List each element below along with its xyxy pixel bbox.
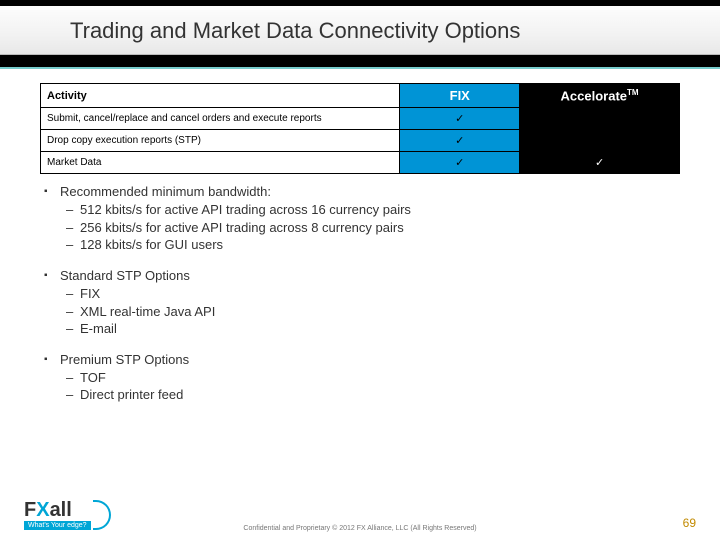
logo-text: FXall: [24, 500, 72, 520]
sub-item: 256 kbits/s for active API trading acros…: [66, 219, 680, 237]
check-icon: ✓: [595, 157, 604, 169]
row-label: Market Data: [41, 152, 400, 174]
bullet-item: Standard STP Options FIX XML real-time J…: [48, 268, 680, 338]
sub-item: TOF: [66, 369, 680, 387]
footer: FXall What's Your edge? Confidential and…: [0, 494, 720, 540]
bullet-item: Recommended minimum bandwidth: 512 kbits…: [48, 184, 680, 254]
row-acc: [520, 130, 680, 152]
bullet-title: Recommended minimum bandwidth:: [60, 184, 271, 199]
bullet-title: Premium STP Options: [60, 352, 189, 367]
logo-x: X: [36, 499, 49, 521]
tm-mark: TM: [627, 88, 639, 97]
sub-item: 512 kbits/s for active API trading acros…: [66, 201, 680, 219]
logo-f: F: [24, 499, 36, 521]
bullet-title: Standard STP Options: [60, 268, 190, 283]
row-fix: ✓: [400, 152, 520, 174]
check-icon: ✓: [455, 113, 464, 125]
sub-item: Direct printer feed: [66, 386, 680, 404]
sub-list: TOF Direct printer feed: [66, 369, 680, 404]
sub-item: 128 kbits/s for GUI users: [66, 236, 680, 254]
row-acc: [520, 108, 680, 130]
row-acc: ✓: [520, 152, 680, 174]
check-icon: ✓: [455, 157, 464, 169]
row-fix: ✓: [400, 130, 520, 152]
table-row: Submit, cancel/replace and cancel orders…: [41, 108, 680, 130]
sub-list: 512 kbits/s for active API trading acros…: [66, 201, 680, 254]
page-number: 69: [683, 516, 696, 530]
confidential-text: Confidential and Proprietary © 2012 FX A…: [0, 525, 720, 532]
sub-item: FIX: [66, 285, 680, 303]
bullet-item: Premium STP Options TOF Direct printer f…: [48, 352, 680, 404]
sub-item: E-mail: [66, 320, 680, 338]
sub-item: XML real-time Java API: [66, 303, 680, 321]
row-fix: ✓: [400, 108, 520, 130]
col-activity: Activity: [41, 84, 400, 108]
col-accelorate: AccelorateTM: [520, 84, 680, 108]
col-fix: FIX: [400, 84, 520, 108]
table-row: Market Data ✓ ✓: [41, 152, 680, 174]
connectivity-table: Activity FIX AccelorateTM Submit, cancel…: [40, 83, 680, 174]
bullet-list: Recommended minimum bandwidth: 512 kbits…: [40, 184, 680, 403]
acc-label: Accelorate: [561, 88, 627, 103]
sub-list: FIX XML real-time Java API E-mail: [66, 285, 680, 338]
logo-all: all: [50, 499, 72, 521]
header: Trading and Market Data Connectivity Opt…: [0, 6, 720, 55]
header-underline: [0, 55, 720, 69]
row-label: Submit, cancel/replace and cancel orders…: [41, 108, 400, 130]
row-label: Drop copy execution reports (STP): [41, 130, 400, 152]
page-title: Trading and Market Data Connectivity Opt…: [70, 18, 720, 44]
table-header-row: Activity FIX AccelorateTM: [41, 84, 680, 108]
content-area: Activity FIX AccelorateTM Submit, cancel…: [0, 69, 720, 404]
table-row: Drop copy execution reports (STP) ✓: [41, 130, 680, 152]
check-icon: ✓: [455, 135, 464, 147]
